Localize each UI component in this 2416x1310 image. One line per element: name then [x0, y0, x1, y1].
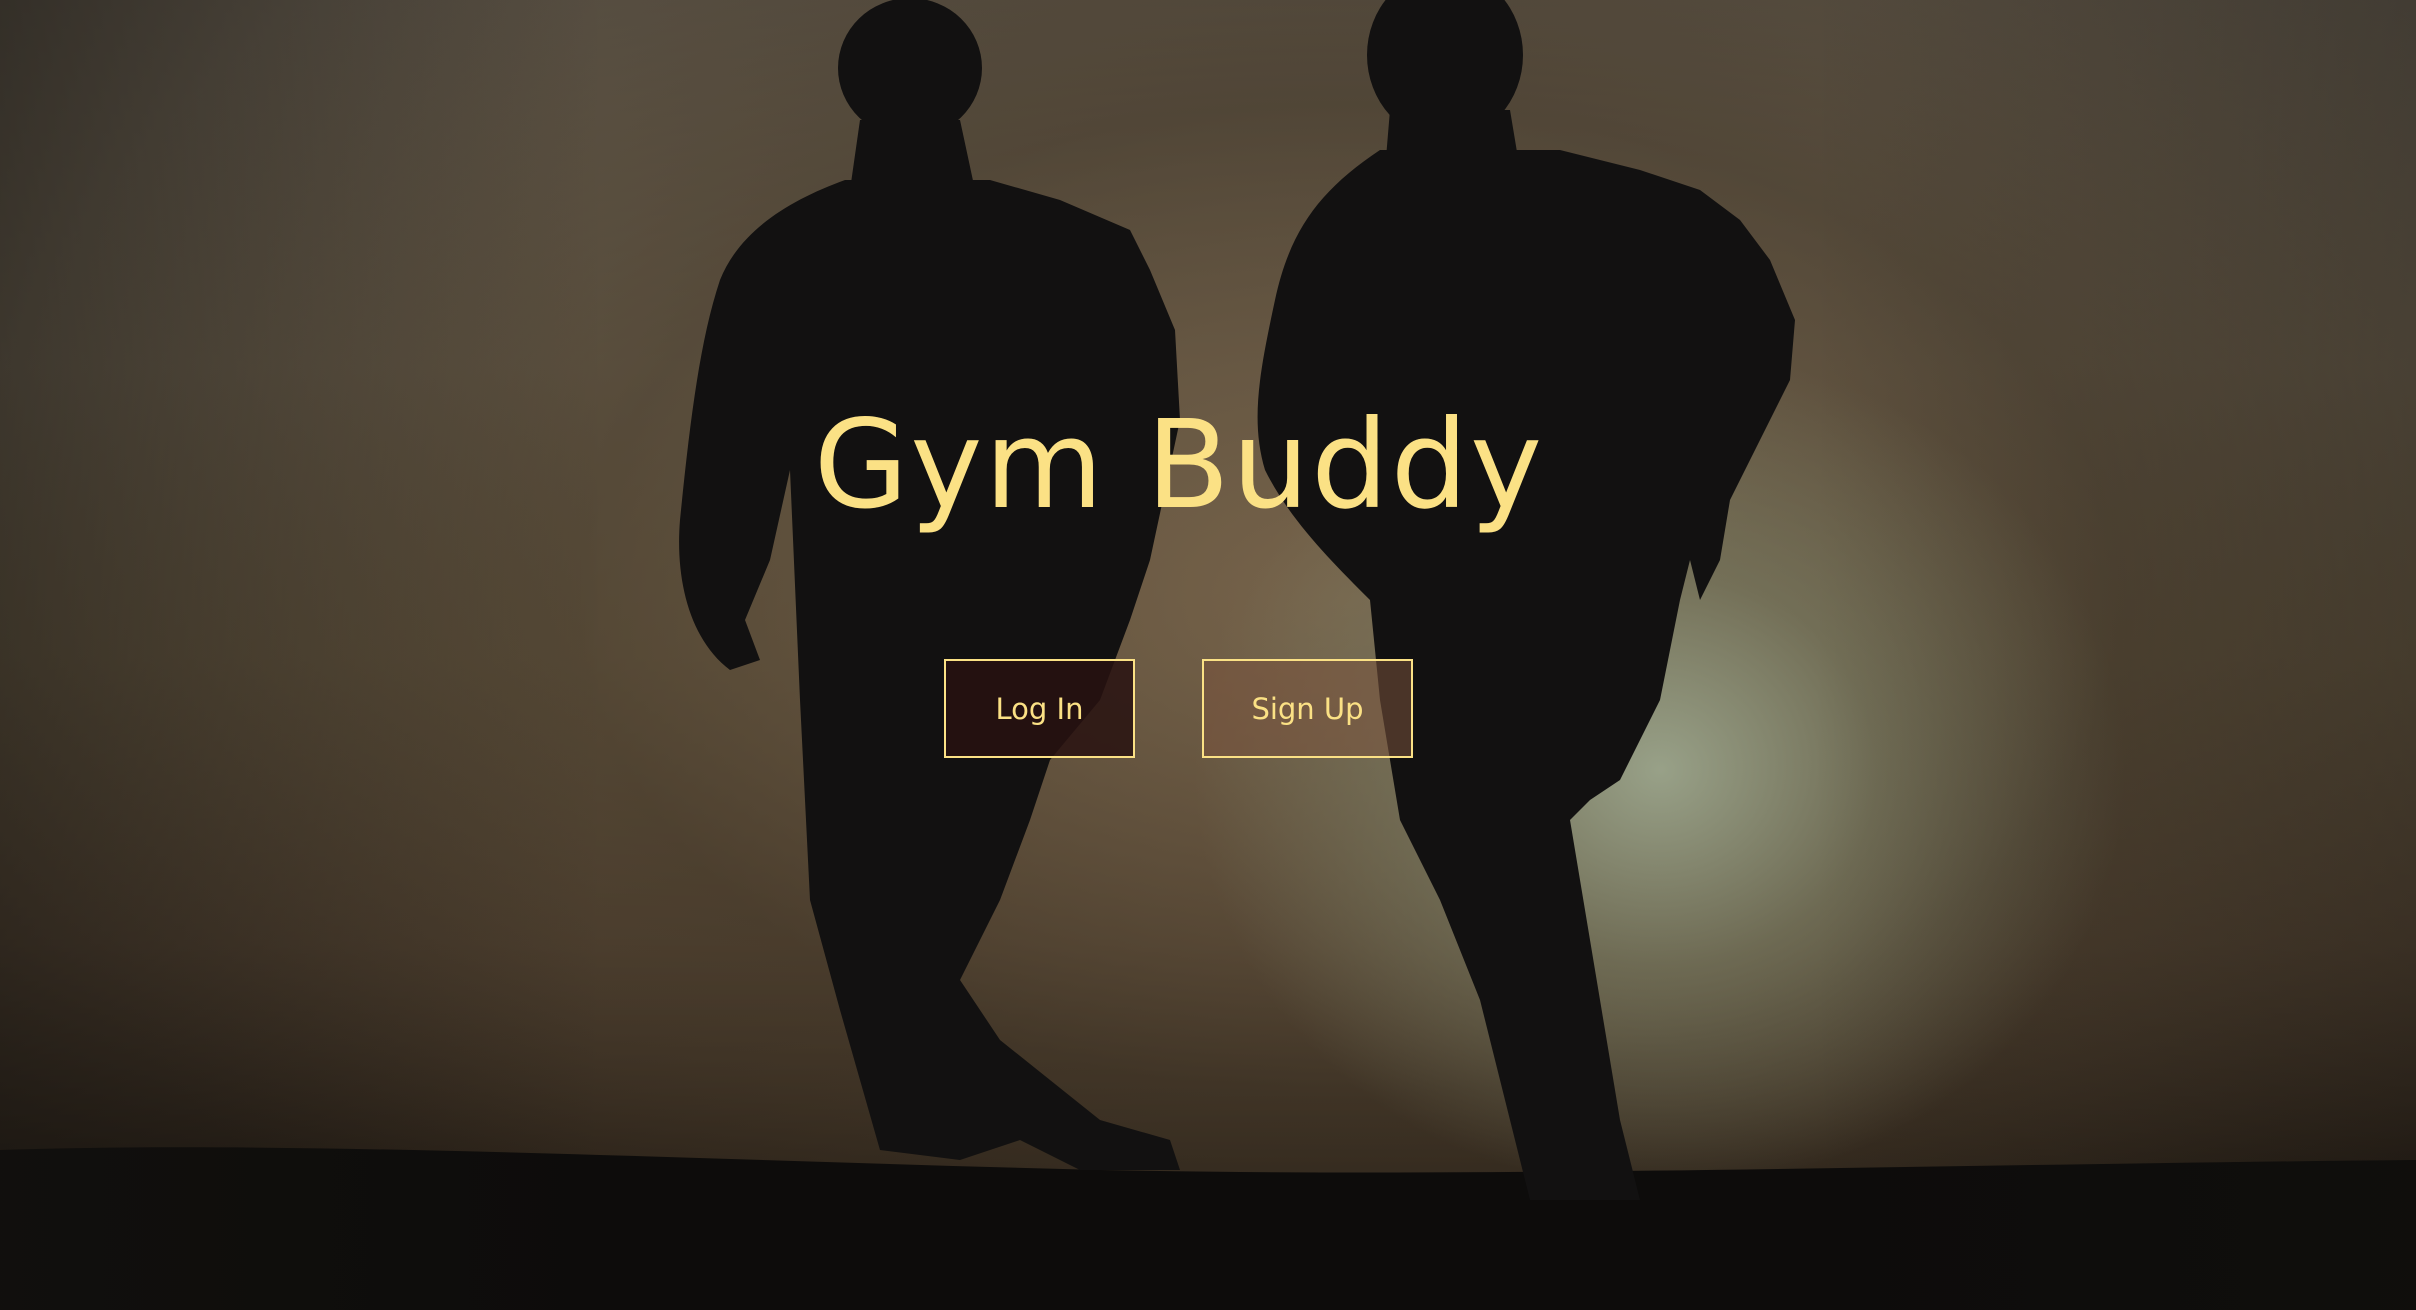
signup-button[interactable]: Sign Up — [1202, 659, 1413, 758]
left-runner — [679, 0, 1180, 1170]
runners-silhouette-image — [0, 0, 2416, 1310]
ground-horizon — [0, 1147, 2416, 1310]
hero-section: Gym Buddy Log In Sign Up — [0, 0, 2416, 1310]
right-runner — [1257, 0, 1795, 1200]
page-title: Gym Buddy — [813, 394, 1545, 536]
login-button[interactable]: Log In — [944, 659, 1135, 758]
